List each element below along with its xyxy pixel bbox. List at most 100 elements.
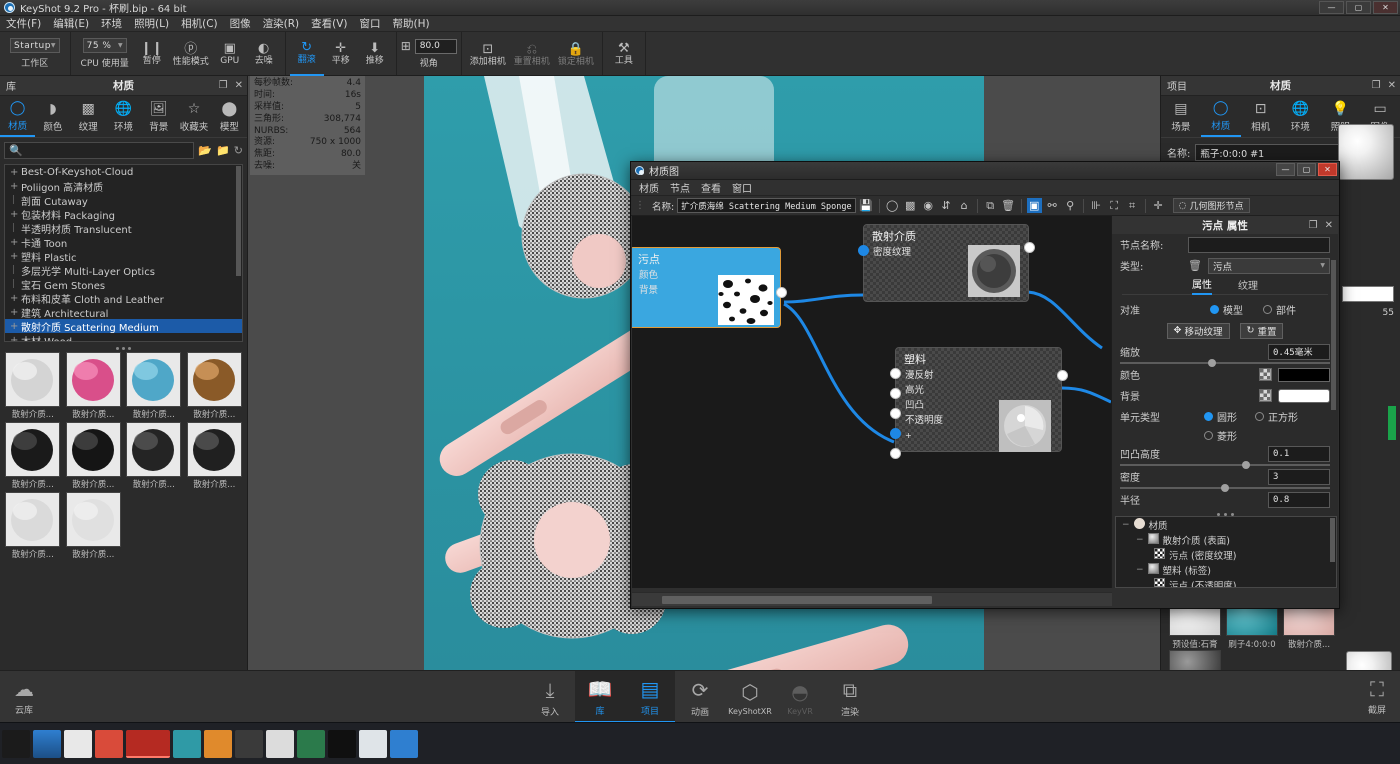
material-tree-row[interactable]: −材质 xyxy=(1116,517,1336,532)
align-option-part[interactable]: 部件 xyxy=(1263,302,1296,317)
fit-view-icon[interactable]: ⛶ xyxy=(1107,198,1122,213)
background-texture-icon[interactable] xyxy=(1259,389,1272,402)
material-tree-scrollbar[interactable] xyxy=(1330,518,1335,562)
bump-height-slider[interactable] xyxy=(1120,464,1330,466)
dock-item-keyshotxr[interactable]: ⬡ KeyShotXR xyxy=(725,671,775,723)
node-input-port[interactable] xyxy=(858,245,869,256)
library-tree-item[interactable]: |宝石 Gem Stones xyxy=(5,277,242,291)
expand-icon[interactable]: − xyxy=(1122,520,1130,530)
project-tab-environment[interactable]: 🌐 环境 xyxy=(1280,96,1320,137)
library-material-item[interactable]: 散射介质... xyxy=(65,492,123,560)
node-graph-scrollbar-area[interactable] xyxy=(632,592,1112,606)
fov-input[interactable]: 80.0 xyxy=(415,39,457,54)
fullscreen-button[interactable]: ⛶ 截屏 xyxy=(1368,677,1386,716)
expand-icon[interactable]: + xyxy=(10,251,18,262)
refresh-icon[interactable]: ↻ xyxy=(234,144,243,157)
scale-slider[interactable] xyxy=(1120,362,1330,364)
pan-button[interactable]: ✛ 平移 xyxy=(324,32,358,76)
node-input-port-opacity[interactable] xyxy=(890,428,901,439)
close-button[interactable]: ✕ xyxy=(1318,163,1337,176)
library-tree-item[interactable]: +塑料 Plastic xyxy=(5,249,242,263)
project-panel-buttons[interactable]: ❐ ✕ xyxy=(1372,80,1396,91)
library-panel-buttons[interactable]: ❐ ✕ xyxy=(219,80,243,91)
cleanup-graph-icon[interactable]: ⚲ xyxy=(1063,198,1078,213)
node-input-port-diffuse[interactable] xyxy=(890,368,901,379)
add-folder-icon[interactable]: 📂 xyxy=(198,144,212,157)
align-option-model[interactable]: 模型 xyxy=(1210,302,1243,317)
expand-icon[interactable]: + xyxy=(10,209,18,220)
reset-camera-button[interactable]: ⎌ 重置相机 xyxy=(510,32,554,76)
taskbar-item[interactable] xyxy=(204,730,232,758)
material-color-swatch[interactable] xyxy=(1342,286,1394,302)
node-graph-hscrollbar[interactable] xyxy=(662,596,932,604)
material-graph-window[interactable]: 材质图 — ▢ ✕ 材质 节点 查看 窗口 ⋮ 名称: 扩介质海绵 Scatte… xyxy=(630,161,1340,609)
project-tab-scene[interactable]: ▤ 场景 xyxy=(1161,96,1201,137)
menu-item-lighting[interactable]: 照明(L) xyxy=(134,16,169,31)
taskbar-item[interactable] xyxy=(95,730,123,758)
menu-item-file[interactable]: 文件(F) xyxy=(6,16,41,31)
expand-icon[interactable]: + xyxy=(10,335,18,343)
taskbar-item[interactable] xyxy=(173,730,201,758)
workspace-dropdown[interactable]: Startup ▼ xyxy=(10,38,60,53)
menu-item-help[interactable]: 帮助(H) xyxy=(393,16,430,31)
background-swatch[interactable] xyxy=(1278,389,1330,403)
project-tab-camera[interactable]: ⊡ 相机 xyxy=(1241,96,1281,137)
taskbar-item[interactable] xyxy=(266,730,294,758)
node-input-port-bump[interactable] xyxy=(890,408,901,419)
node-graph-canvas[interactable]: 污点 颜色 背景 散射介质 xyxy=(632,216,1112,588)
material-graph-window-controls[interactable]: — ▢ ✕ xyxy=(1276,163,1337,176)
density-input[interactable]: 3 xyxy=(1268,469,1330,485)
library-tree-item[interactable]: +散射介质 Scattering Medium xyxy=(5,319,242,333)
library-tab-material[interactable]: ◯ 材质 xyxy=(0,96,35,137)
add-utility-node-icon[interactable]: ⇵ xyxy=(939,198,954,213)
cell-type-option-diamond[interactable]: 菱形 xyxy=(1204,428,1237,443)
layout-graph-icon[interactable]: ⚯ xyxy=(1045,198,1060,213)
close-button[interactable]: ✕ xyxy=(1373,1,1398,14)
library-material-item[interactable]: 散射介质... xyxy=(65,422,123,490)
window-controls[interactable]: — ▢ ✕ xyxy=(1319,1,1398,14)
taskbar-item[interactable] xyxy=(359,730,387,758)
fov-control[interactable]: ⊞ 80.0 视角 xyxy=(401,32,457,76)
material-structure-tree[interactable]: −材质−散射介质 (表面) 污点 (密度纹理)−塑料 (标签) 污点 (不透明度… xyxy=(1115,516,1337,588)
library-tab-texture[interactable]: ▩ 纹理 xyxy=(71,96,106,137)
bump-height-input[interactable]: 0.1 xyxy=(1268,446,1330,462)
panel-resize-handle[interactable] xyxy=(0,344,247,352)
menu-item-view[interactable]: 查看(V) xyxy=(311,16,347,31)
minimize-button[interactable]: — xyxy=(1276,163,1295,176)
geometry-node-button[interactable]: ◌ 几何图形节点 xyxy=(1173,198,1250,213)
expand-icon[interactable]: + xyxy=(10,321,18,332)
density-slider[interactable] xyxy=(1120,487,1330,489)
node-output-port[interactable] xyxy=(1024,242,1035,253)
mg-menu-material[interactable]: 材质 xyxy=(639,180,659,195)
mg-menu-view[interactable]: 查看 xyxy=(701,180,721,195)
dock-item-import[interactable]: ⤓ 导入 xyxy=(525,671,575,723)
properties-tab-attributes[interactable]: 属性 xyxy=(1192,276,1212,295)
delete-node-icon[interactable]: 🗑 xyxy=(1001,198,1016,213)
lock-camera-button[interactable]: 🔒 锁定相机 xyxy=(554,32,598,76)
library-material-item[interactable]: 散射介质... xyxy=(4,422,62,490)
node-input-port-add[interactable] xyxy=(890,448,901,459)
menu-item-environment[interactable]: 环境 xyxy=(101,16,122,31)
cpu-usage-dropdown[interactable]: 75 % ▼ xyxy=(83,38,127,53)
node-name-input[interactable] xyxy=(1188,237,1330,253)
library-material-item[interactable]: 散射介质... xyxy=(186,352,244,420)
dock-item-keyvr[interactable]: ◓ KeyVR xyxy=(775,671,825,723)
taskbar-item[interactable] xyxy=(390,730,418,758)
color-swatch[interactable] xyxy=(1278,368,1330,382)
library-tree-item[interactable]: +Poliigon 高清材质 xyxy=(5,179,242,193)
taskbar-item[interactable] xyxy=(297,730,325,758)
close-icon[interactable]: ✕ xyxy=(1325,220,1333,231)
maximize-button[interactable]: ▢ xyxy=(1346,1,1371,14)
pin-icon[interactable]: ✛ xyxy=(1151,198,1166,213)
library-tree-item[interactable]: +木材 Wood xyxy=(5,333,242,342)
library-tab-environment[interactable]: 🌐 环境 xyxy=(106,96,141,137)
library-tab-backplate[interactable]: 🖼 背景 xyxy=(141,96,176,137)
taskbar-item-active[interactable] xyxy=(126,730,170,758)
library-material-item[interactable]: 散射介质... xyxy=(186,422,244,490)
mg-menu-node[interactable]: 节点 xyxy=(670,180,690,195)
library-tree-scrollbar[interactable] xyxy=(236,166,241,276)
mg-name-input[interactable]: 扩介质海绵 Scattering Medium Sponge xyxy=(677,198,855,213)
library-tree-item[interactable]: |多层光学 Multi-Layer Optics xyxy=(5,263,242,277)
undock-icon[interactable]: ❐ xyxy=(1309,220,1318,231)
maximize-button[interactable]: ▢ xyxy=(1297,163,1316,176)
